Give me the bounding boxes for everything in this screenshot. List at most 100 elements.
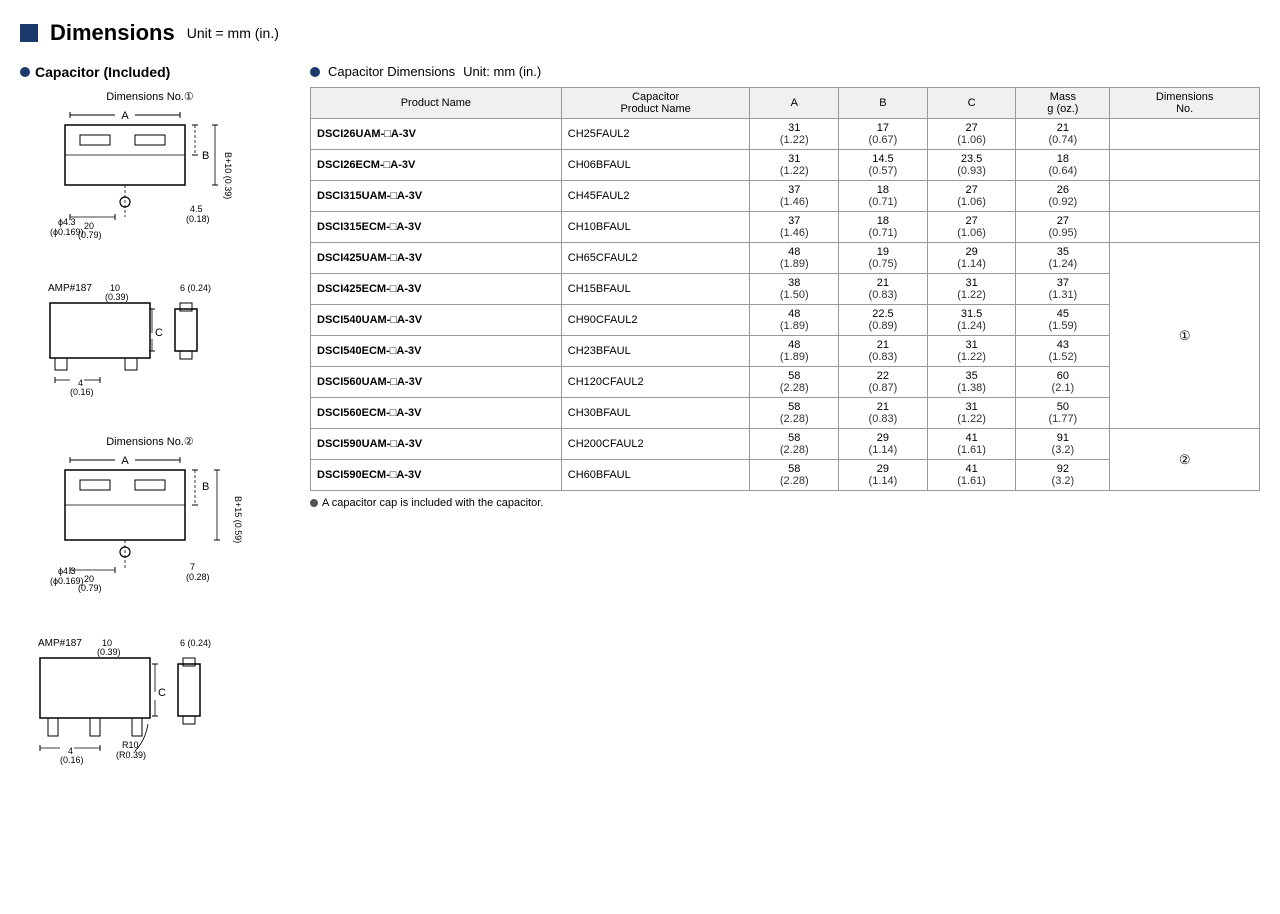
a-cell: 31(1.22) <box>750 150 839 181</box>
b-cell: 22.5(0.89) <box>839 305 928 336</box>
a-cell: 58(2.28) <box>750 367 839 398</box>
section-label: Capacitor (Included) <box>35 64 170 80</box>
product-name-cell: DSCI540UAM-□A-3V <box>311 305 562 336</box>
bullet-icon <box>20 67 30 77</box>
svg-text:(0.39): (0.39) <box>97 647 121 657</box>
a-cell: 48(1.89) <box>750 243 839 274</box>
col-header-product: Product Name <box>311 88 562 119</box>
product-name-cell: DSCI540ECM-□A-3V <box>311 336 562 367</box>
product-name-cell: DSCI315ECM-□A-3V <box>311 212 562 243</box>
main-layout: Capacitor (Included) Dimensions No.① A <box>20 64 1260 820</box>
svg-text:(0.16): (0.16) <box>70 387 94 397</box>
dim-no-cell-empty <box>1110 181 1260 212</box>
page-title: Dimensions <box>50 20 175 46</box>
b-cell: 29(1.14) <box>839 460 928 491</box>
c-cell: 31(1.22) <box>927 336 1016 367</box>
cap-name-cell: CH60BFAUL <box>561 460 750 491</box>
mass-cell: 37(1.31) <box>1016 274 1110 305</box>
dim-no-cell-empty <box>1110 212 1260 243</box>
mass-cell: 21(0.74) <box>1016 119 1110 150</box>
svg-text:(0.28): (0.28) <box>186 572 210 582</box>
cap-name-cell: CH25FAUL2 <box>561 119 750 150</box>
product-name-cell: DSCI590ECM-□A-3V <box>311 460 562 491</box>
a-cell: 37(1.46) <box>750 212 839 243</box>
mass-cell: 26(0.92) <box>1016 181 1110 212</box>
dim-no-cell: ① <box>1110 243 1260 429</box>
left-column: Capacitor (Included) Dimensions No.① A <box>20 64 280 820</box>
mass-cell: 91(3.2) <box>1016 429 1110 460</box>
c-cell: 31.5(1.24) <box>927 305 1016 336</box>
cap-name-cell: CH30BFAUL <box>561 398 750 429</box>
c-cell: 27(1.06) <box>927 181 1016 212</box>
product-name-cell: DSCI315UAM-□A-3V <box>311 181 562 212</box>
svg-text:(R0.39): (R0.39) <box>116 750 146 760</box>
svg-text:7: 7 <box>190 562 195 572</box>
svg-text:6 (0.24): 6 (0.24) <box>180 638 211 648</box>
svg-text:ϕ4.3: ϕ4.3 <box>58 566 76 576</box>
b-cell: 19(0.75) <box>839 243 928 274</box>
b-cell: 14.5(0.57) <box>839 150 928 181</box>
svg-text:B: B <box>202 150 209 162</box>
c-cell: 35(1.38) <box>927 367 1016 398</box>
svg-text:C: C <box>158 687 166 699</box>
c-cell: 31(1.22) <box>927 398 1016 429</box>
table-row: DSCI590UAM-□A-3VCH200CFAUL258(2.28)29(1.… <box>311 429 1260 460</box>
product-name-cell: DSCI26ECM-□A-3V <box>311 150 562 181</box>
cap-name-cell: CH120CFAUL2 <box>561 367 750 398</box>
cap-name-cell: CH23BFAUL <box>561 336 750 367</box>
svg-text:(0.79): (0.79) <box>78 583 102 593</box>
svg-text:A: A <box>121 110 129 122</box>
header-unit: Unit = mm (in.) <box>187 25 279 41</box>
cap-name-cell: CH65CFAUL2 <box>561 243 750 274</box>
svg-text:(0.16): (0.16) <box>60 755 84 765</box>
a-cell: 58(2.28) <box>750 429 839 460</box>
diagram-2-svg: A B B+15 (0.59) <box>40 452 260 612</box>
svg-text:B+15 (0.59): B+15 (0.59) <box>233 496 243 543</box>
table-heading: Capacitor Dimensions Unit: mm (in.) <box>310 64 1260 79</box>
table-row: DSCI26UAM-□A-3VCH25FAUL231(1.22)17(0.67)… <box>311 119 1260 150</box>
diagram-amp2-container: AMP#187 10 (0.39) 6 (0.24) C <box>20 636 280 796</box>
mass-cell: 50(1.77) <box>1016 398 1110 429</box>
table-row: DSCI425UAM-□A-3VCH65CFAUL248(1.89)19(0.7… <box>311 243 1260 274</box>
product-name-cell: DSCI26UAM-□A-3V <box>311 119 562 150</box>
b-cell: 22(0.87) <box>839 367 928 398</box>
table-bullet-icon <box>310 67 320 77</box>
table-row: DSCI26ECM-□A-3VCH06BFAUL31(1.22)14.5(0.5… <box>311 150 1260 181</box>
footnote: A capacitor cap is included with the cap… <box>310 497 1260 509</box>
diagram-2-label: Dimensions No.② <box>20 435 280 448</box>
a-cell: 31(1.22) <box>750 119 839 150</box>
product-name-cell: DSCI425UAM-□A-3V <box>311 243 562 274</box>
footnote-text: A capacitor cap is included with the cap… <box>322 497 543 509</box>
b-cell: 18(0.71) <box>839 181 928 212</box>
mass-cell: 43(1.52) <box>1016 336 1110 367</box>
b-cell: 17(0.67) <box>839 119 928 150</box>
mass-cell: 45(1.59) <box>1016 305 1110 336</box>
mass-cell: 18(0.64) <box>1016 150 1110 181</box>
diagram-2-container: Dimensions No.② A B <box>20 435 280 612</box>
b-cell: 18(0.71) <box>839 212 928 243</box>
svg-text:B+10 (0.39): B+10 (0.39) <box>223 152 233 199</box>
dim-no-cell-empty <box>1110 119 1260 150</box>
diagram-amp2-svg: AMP#187 10 (0.39) 6 (0.24) C <box>30 636 270 796</box>
diagram-amp1-svg: AMP#187 10 (0.39) 6 (0.24) C <box>40 281 260 411</box>
dim-no-cell-empty <box>1110 150 1260 181</box>
product-name-cell: DSCI590UAM-□A-3V <box>311 429 562 460</box>
cap-name-cell: CH15BFAUL <box>561 274 750 305</box>
svg-text:C: C <box>155 327 163 339</box>
mass-cell: 92(3.2) <box>1016 460 1110 491</box>
c-cell: 27(1.06) <box>927 119 1016 150</box>
table-row: DSCI315ECM-□A-3VCH10BFAUL37(1.46)18(0.71… <box>311 212 1260 243</box>
table-heading-text: Capacitor Dimensions <box>328 64 455 79</box>
a-cell: 58(2.28) <box>750 398 839 429</box>
header-square-icon <box>20 24 38 42</box>
dim-no-cell: ② <box>1110 429 1260 491</box>
svg-text:4.5: 4.5 <box>190 204 203 214</box>
a-cell: 48(1.89) <box>750 336 839 367</box>
product-name-cell: DSCI560ECM-□A-3V <box>311 398 562 429</box>
svg-text:AMP#187: AMP#187 <box>38 638 82 649</box>
c-cell: 29(1.14) <box>927 243 1016 274</box>
diagram-1-container: Dimensions No.① A B <box>20 90 280 257</box>
col-header-cap: CapacitorProduct Name <box>561 88 750 119</box>
cap-name-cell: CH45FAUL2 <box>561 181 750 212</box>
c-cell: 41(1.61) <box>927 460 1016 491</box>
